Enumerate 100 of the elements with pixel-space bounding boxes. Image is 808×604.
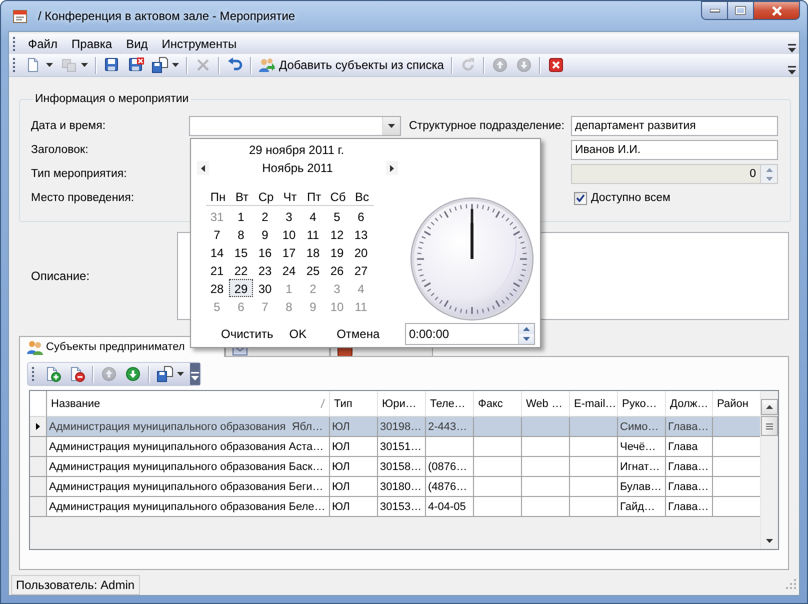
menu-item[interactable]: Вид <box>120 35 156 53</box>
time-field[interactable]: 0:00:00 <box>405 323 535 345</box>
table-cell <box>522 457 570 477</box>
dropdown-button[interactable] <box>382 117 400 135</box>
caret-icon <box>46 63 53 67</box>
status-user: Пользователь: Admin <box>11 574 140 594</box>
calendar-day[interactable]: 13 <box>349 225 373 243</box>
table-cell: Глава… <box>666 417 713 437</box>
table-cell: ЮЛ <box>330 457 378 477</box>
weekday-label: Вс <box>354 189 370 206</box>
table-cell: Администрация муниципального образования Баск… <box>47 457 330 477</box>
menu-item[interactable]: Правка <box>66 35 120 53</box>
weekday-label: Ср <box>257 189 275 206</box>
checkbox[interactable] <box>574 192 587 204</box>
calendar-day[interactable]: 22 <box>229 261 253 279</box>
calendar-day[interactable]: 26 <box>325 261 349 279</box>
calendar-day[interactable]: 21 <box>205 261 229 279</box>
column-header[interactable]: Web … <box>522 391 570 417</box>
calendar-day[interactable]: 18 <box>301 243 325 261</box>
table-cell <box>570 497 618 517</box>
column-header[interactable]: Название <box>47 391 330 417</box>
column-header[interactable]: Тип <box>330 391 378 417</box>
calendar-day[interactable]: 27 <box>349 261 373 279</box>
column-header[interactable]: Юри… <box>378 391 426 417</box>
calendar-day[interactable]: 5 <box>325 207 349 225</box>
table-cell <box>474 417 522 437</box>
previous-month-button[interactable] <box>197 161 209 175</box>
calendar-day[interactable]: 10 <box>277 225 301 243</box>
table-cell: ЮЛ <box>330 417 378 437</box>
scroll-thumb[interactable] <box>761 416 778 436</box>
group-title: Информация о мероприятии <box>34 93 190 105</box>
floppy-icon <box>152 57 168 73</box>
column-header[interactable]: Теле… <box>426 391 474 417</box>
add-from-list-button[interactable]: Добавить субъекты из списка <box>255 54 448 76</box>
spin-up-button[interactable] <box>519 324 534 334</box>
calendar-day[interactable]: 20 <box>349 243 373 261</box>
responsible-field[interactable]: Иванов И.И. <box>571 140 778 160</box>
size-grip-icon[interactable] <box>786 579 797 590</box>
close-button[interactable] <box>754 1 800 20</box>
spin-down-button[interactable] <box>519 334 534 344</box>
field-label: Описание: <box>31 269 91 283</box>
date-field[interactable] <box>189 116 401 136</box>
table-cell <box>570 437 618 457</box>
overflow-button[interactable] <box>787 64 797 76</box>
maximize-button[interactable] <box>728 1 754 20</box>
grip-handle[interactable] <box>13 37 16 51</box>
month-title: Ноябрь 2011 <box>262 161 333 175</box>
cancel-button[interactable]: Отмена <box>332 325 384 343</box>
calendar-day[interactable]: 17 <box>277 243 301 261</box>
calendar-day[interactable]: 12 <box>325 225 349 243</box>
calendar-day[interactable]: 28 <box>205 279 229 297</box>
minimize-button[interactable] <box>701 1 728 20</box>
calendar-day[interactable]: 24 <box>277 261 301 279</box>
calendar-day[interactable]: 11 <box>301 225 325 243</box>
column-header[interactable]: Долж… <box>666 391 713 417</box>
grip-handle[interactable] <box>13 58 16 72</box>
calendar-day[interactable]: 14 <box>205 243 229 261</box>
calendar-day[interactable]: 3 <box>277 207 301 225</box>
weekday-label: Сб <box>329 189 347 206</box>
calendar-day[interactable]: 6 <box>349 207 373 225</box>
grip-handle[interactable] <box>32 367 35 381</box>
column-header[interactable]: E-mail… <box>570 391 618 417</box>
overflow-icon <box>788 66 796 74</box>
calendar-day[interactable]: 9 <box>253 225 277 243</box>
overflow-button[interactable] <box>190 363 200 385</box>
scroll-up-button[interactable] <box>761 399 778 415</box>
floppy-icon <box>104 57 120 73</box>
menu-item[interactable]: Инструменты <box>156 35 245 53</box>
remove-document-icon <box>69 366 85 382</box>
table-cell: Администрация муниципального образования Беле… <box>47 497 330 517</box>
field-label: Дата и время: <box>31 120 107 132</box>
calendar-day[interactable]: 8 <box>229 225 253 243</box>
table-cell: Администрация муниципального образования Аста… <box>47 437 330 457</box>
ok-button[interactable]: OK <box>285 325 311 343</box>
calendar-day[interactable]: 25 <box>301 261 325 279</box>
calendar-day[interactable]: 15 <box>229 243 253 261</box>
calendar-day[interactable]: 16 <box>253 243 277 261</box>
calendar-day[interactable]: 2 <box>253 207 277 225</box>
menu-item[interactable]: Файл <box>22 35 66 53</box>
overflow-button[interactable] <box>787 42 797 54</box>
table-cell <box>474 457 522 477</box>
division-field[interactable]: департамент развития <box>571 116 778 136</box>
next-month-button[interactable] <box>386 161 398 175</box>
table-cell <box>426 437 474 457</box>
calendar-day[interactable]: 7 <box>205 225 229 243</box>
calendar-day[interactable]: 1 <box>229 207 253 225</box>
row-header[interactable] <box>30 417 47 437</box>
table-cell: 30180… <box>378 477 426 497</box>
calendar-day[interactable]: 29 <box>229 279 253 297</box>
calendar-day[interactable]: 4 <box>301 207 325 225</box>
calendar-date: 29 ноября 2011 г. <box>248 143 346 157</box>
caret-icon <box>172 63 179 67</box>
calendar-day[interactable]: 19 <box>325 243 349 261</box>
calendar-day[interactable]: 30 <box>253 279 277 297</box>
maximize-icon <box>735 6 746 15</box>
column-header[interactable]: Факс <box>474 391 522 417</box>
scrollbar[interactable] <box>760 391 778 549</box>
column-header[interactable]: Руко… <box>618 391 666 417</box>
calendar-day[interactable]: 23 <box>253 261 277 279</box>
table-cell <box>713 457 760 477</box>
